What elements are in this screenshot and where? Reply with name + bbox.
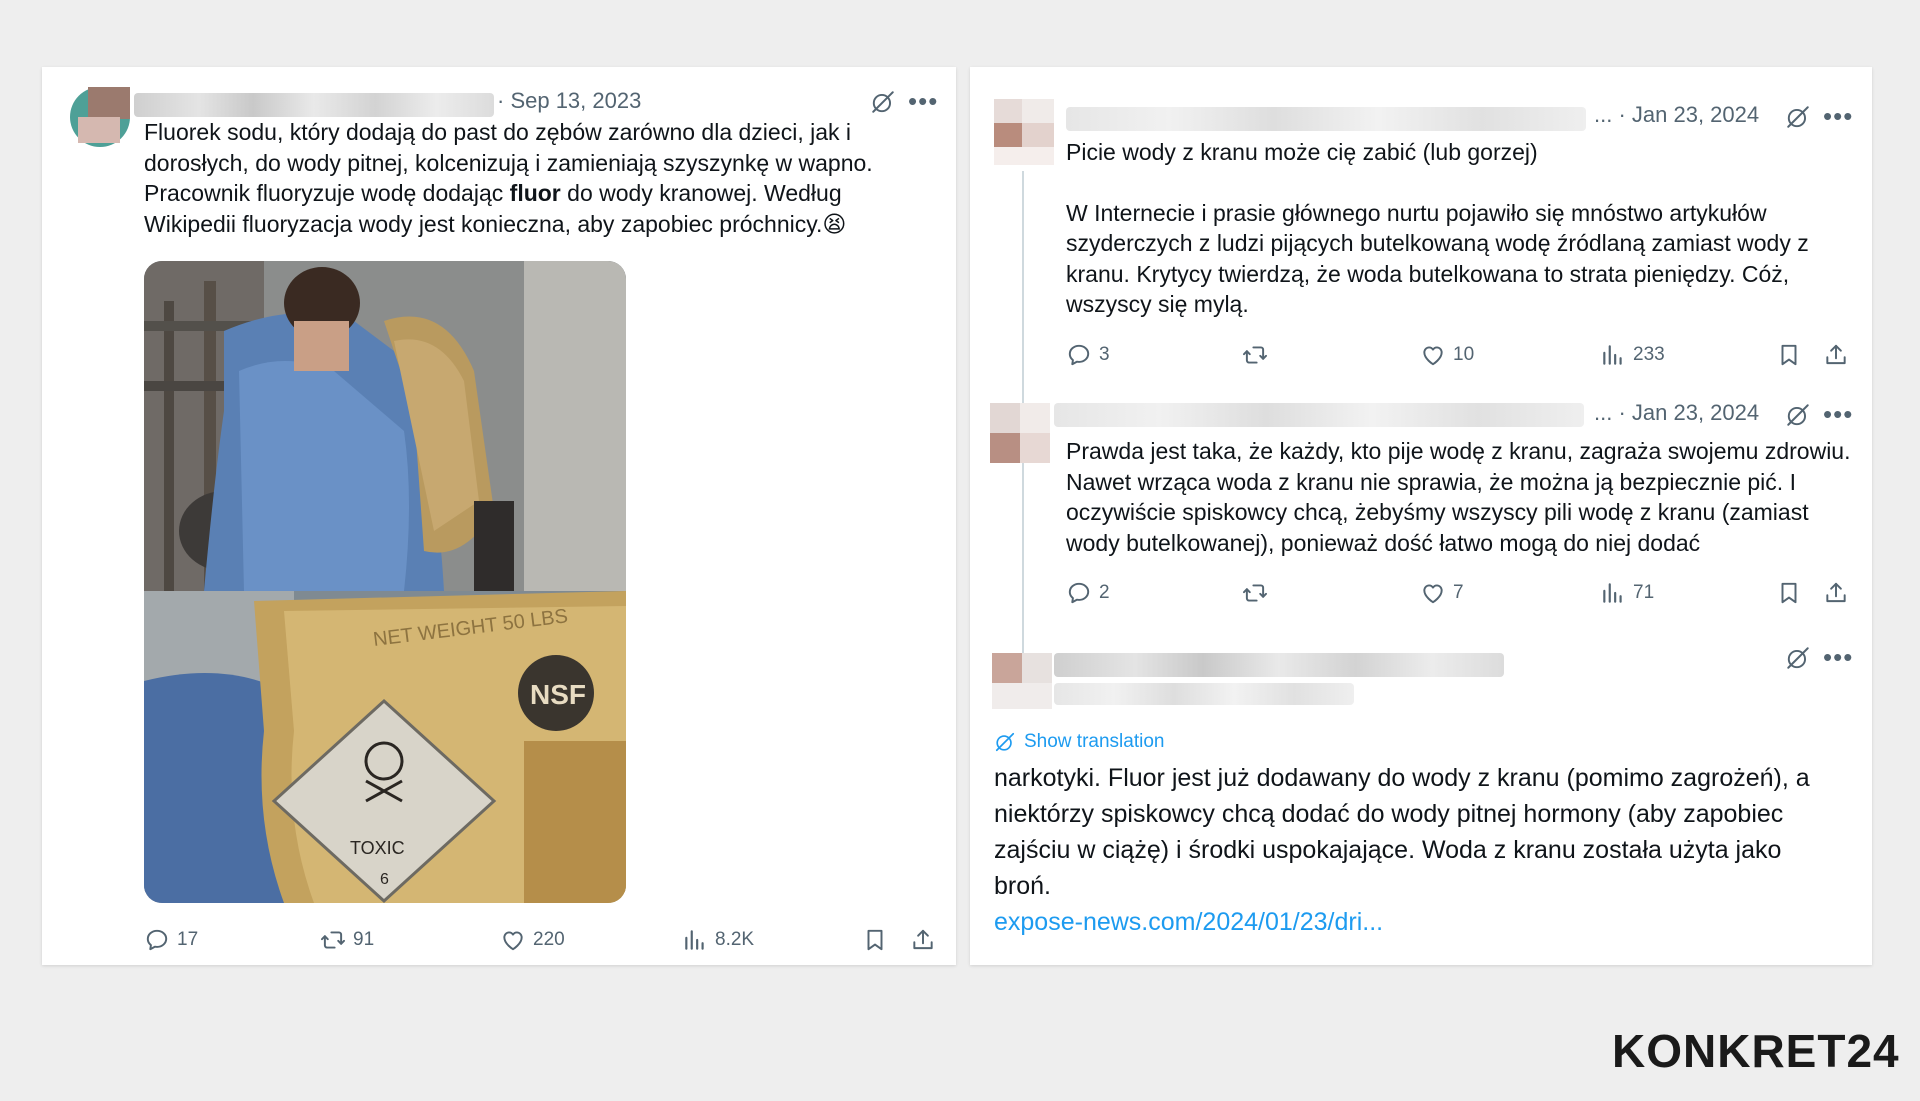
user-name-redacted[interactable] [1054,653,1504,677]
repost-button[interactable] [1242,580,1268,606]
reply-icon [1066,342,1092,368]
user-handle-redacted[interactable] [1054,683,1354,705]
reply-button[interactable]: 3 [1066,342,1110,368]
post-text: Fluorek sodu, który dodają do past do zę… [144,117,934,239]
post-date[interactable]: ... · Jan 23, 2024 [1594,400,1759,426]
reply-count: 2 [1099,582,1110,603]
user-name-redacted[interactable] [1066,107,1586,131]
share-icon[interactable] [1823,342,1849,368]
like-count: 10 [1453,344,1475,365]
hashtag-fluor[interactable]: fluor [510,180,561,206]
user-name-redacted[interactable] [1054,403,1584,427]
post-text-line: zajściu w ciążę) i środki uspokajające. … [994,836,1782,864]
show-translation-link[interactable]: Show translation [994,731,1164,753]
reply-count: 17 [177,929,199,950]
views-button[interactable]: 233 [1600,342,1665,368]
reply-button[interactable]: 17 [144,927,198,953]
show-translation-label: Show translation [1024,731,1165,752]
repost-icon [1242,580,1268,606]
like-count: 220 [533,929,565,950]
grok-icon[interactable] [1785,402,1811,428]
post-date[interactable]: · Sep 13, 2023 [497,88,641,114]
grok-icon[interactable] [870,89,896,115]
post-text-line: narkotyki. Fluor jest już dodawany do wo… [994,764,1810,792]
views-icon [1600,580,1626,606]
repost-button[interactable] [1242,342,1268,368]
repost-count: 91 [353,929,375,950]
post-text-line: wszyscy się mylą. [1066,291,1249,317]
text-segment: do wody kranowej. Według [560,180,842,206]
post-media[interactable]: NET WEIGHT 50 LBS NSF TOXIC 6 [144,261,626,903]
media-text-nsf: NSF [530,679,586,710]
post-text-line: Nawet wrząca woda z kranu nie sprawia, ż… [1066,468,1796,495]
bookmark-icon[interactable] [1776,580,1802,606]
text-segment: Pracownik fluoryzuje wodę dodając [144,180,510,206]
heart-icon [500,927,526,953]
post-title: Picie wody z kranu może cię zabić (lub g… [1066,139,1538,165]
post-text-line: Wikipedii fluoryzacja wody jest konieczn… [144,209,934,240]
reply-count: 3 [1099,344,1110,365]
article-link[interactable]: expose-news.com/2024/01/23/dri... [994,908,1383,937]
like-button[interactable]: 220 [500,927,565,953]
more-icon[interactable]: ••• [1823,401,1853,427]
bookmark-icon[interactable] [862,927,888,953]
views-icon [1600,342,1626,368]
more-icon[interactable]: ••• [1823,103,1853,129]
post-text-line: Pracownik fluoryzuje wodę dodając fluor … [144,178,934,209]
views-count: 233 [1633,344,1665,365]
post-text-line: oczywiście spiskowcy chcą, żebyśmy wszys… [1066,499,1809,525]
heart-icon [1420,342,1446,368]
tweet-card-right: ... · Jan 23, 2024 ••• Picie wody z kran… [970,67,1872,965]
views-button[interactable]: 71 [1600,580,1654,606]
user-name-redacted[interactable] [134,93,494,117]
post-text-line: dorosłych, do wody pitnej, kolcenizują i… [144,149,873,176]
post-text-line: W Internecie i prasie głównego nurtu poj… [1066,199,1767,226]
post-text-line: wody butelkowanej), ponieważ dość łatwo … [1066,529,1701,556]
post-text-line: niektórzy spiskowcy chcą dodać do wody p… [994,800,1784,828]
like-button[interactable]: 10 [1420,342,1474,368]
post-text-line: Prawda jest taka, że każdy, kto pije wod… [1066,438,1851,464]
avatar[interactable] [70,87,130,147]
text-segment: Wikipedii fluoryzacja wody jest konieczn… [144,210,823,237]
post-text: Picie wody z kranu może cię zabić (lub g… [1066,137,1856,320]
share-icon[interactable] [1823,580,1849,606]
post-text-line: szyderczych z ludzi pijących butelkowaną… [1066,230,1809,256]
post-text: narkotyki. Fluor jest już dodawany do wo… [994,760,1854,904]
repost-button[interactable]: 91 [320,927,374,953]
media-image: NET WEIGHT 50 LBS NSF TOXIC 6 [144,261,626,903]
repost-icon [1242,342,1268,368]
media-text-toxic: TOXIC [350,838,405,858]
post-date[interactable]: ... · Jan 23, 2024 [1594,102,1759,128]
repost-icon [320,927,346,953]
more-icon[interactable]: ••• [1823,644,1853,670]
views-icon [682,927,708,953]
like-button[interactable]: 7 [1420,580,1464,606]
share-icon[interactable] [910,927,936,953]
heart-icon [1420,580,1446,606]
reply-icon [144,927,170,953]
like-count: 7 [1453,582,1464,603]
post-text-line: kranu. Krytycy twierdzą, że woda butelko… [1066,260,1790,287]
post-text: Prawda jest taka, że każdy, kto pije wod… [1066,436,1856,558]
more-icon[interactable]: ••• [908,88,938,114]
avatar[interactable] [992,653,1052,713]
post-text-line: Fluorek sodu, który dodają do past do zę… [144,119,852,145]
grok-icon[interactable] [1785,104,1811,130]
tweet-card-left: · Sep 13, 2023 ••• Fluorek sodu, który d… [42,67,956,965]
avatar[interactable] [994,99,1054,165]
avatar[interactable] [990,403,1050,463]
bookmark-icon[interactable] [1776,342,1802,368]
emoji-tired: 😫 [822,210,847,237]
reply-icon [1066,580,1092,606]
reply-button[interactable]: 2 [1066,580,1110,606]
translate-icon [994,731,1016,753]
views-button[interactable]: 8.2K [682,927,754,953]
brand-logo-text: KONKRET24 [1612,1025,1900,1077]
views-count: 8.2K [715,929,755,950]
views-count: 71 [1633,582,1655,603]
post-text-line: broń. [994,872,1051,900]
media-text-toxic-num: 6 [380,871,389,888]
grok-icon[interactable] [1785,645,1811,671]
